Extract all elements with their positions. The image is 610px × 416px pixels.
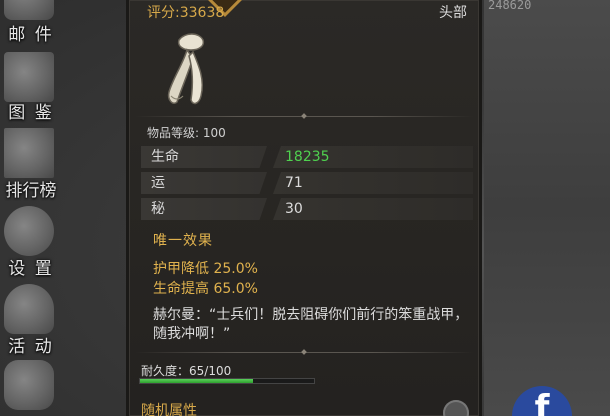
hexagon-icon (4, 360, 54, 410)
stat-value: 30 (273, 198, 473, 220)
expand-button[interactable] (443, 400, 469, 416)
durability-bar-fill (140, 379, 254, 383)
sidebar-item-label: 排行榜 (5, 181, 57, 201)
effect-line: 生命提高 65.0% (153, 281, 258, 297)
durability-label: 耐久度：65/100 (141, 364, 232, 378)
gear-icon (4, 206, 54, 256)
sidebar-item-ranking[interactable]: 排行榜 (0, 128, 62, 201)
durability-bar (139, 378, 315, 384)
item-slot: 头部 (439, 5, 467, 21)
mail-icon (4, 0, 54, 20)
ranking-icon (4, 128, 54, 178)
stat-name: 运 (141, 172, 267, 194)
sidebar-item-label: 图 鉴 (8, 103, 54, 123)
stat-row: 生命 18235 (141, 146, 473, 168)
background-number: 248620 (488, 0, 532, 12)
item-level: 物品等级: 100 (147, 126, 226, 140)
unique-effect-title: 唯一效果 (153, 233, 213, 249)
sidebar-item-settings[interactable]: 设 置 (0, 206, 62, 279)
effect-line: 护甲降低 25.0% (153, 261, 258, 277)
sidebar-item-events[interactable]: 活 动 (0, 284, 62, 357)
divider (135, 113, 473, 119)
sidebar-item-mail[interactable]: 邮 件 (0, 0, 62, 45)
stat-value: 18235 (273, 146, 473, 168)
sidebar: 邮 件 图 鉴 排行榜 设 置 活 动 (0, 0, 62, 416)
item-tooltip-panel: 评分:33638 头部 物品等级: 100 生命 18235 运 71 秘 30… (126, 0, 482, 416)
scarf-icon (167, 33, 205, 105)
stat-name: 生命 (141, 146, 267, 168)
sidebar-item-codex[interactable]: 图 鉴 (0, 52, 62, 123)
sidebar-item-label: 活 动 (8, 337, 54, 357)
stat-name: 秘 (141, 198, 267, 220)
divider (135, 349, 473, 355)
stat-row: 运 71 (141, 172, 473, 194)
stat-row: 秘 30 (141, 198, 473, 220)
sidebar-item-label: 设 置 (8, 259, 54, 279)
book-icon (4, 52, 54, 102)
sidebar-item-extra[interactable] (0, 360, 62, 416)
random-attributes-title: 随机属性 (141, 403, 197, 416)
flavor-text: 赫尔曼：“士兵们！脱去阻碍你们前行的笨重战甲，随我冲啊！” (153, 307, 469, 342)
cauldron-icon (4, 284, 54, 334)
item-score: 评分:33638 (147, 5, 225, 21)
stat-value: 71 (273, 172, 473, 194)
background-right-area (484, 0, 610, 416)
sidebar-item-label: 邮 件 (8, 25, 54, 45)
